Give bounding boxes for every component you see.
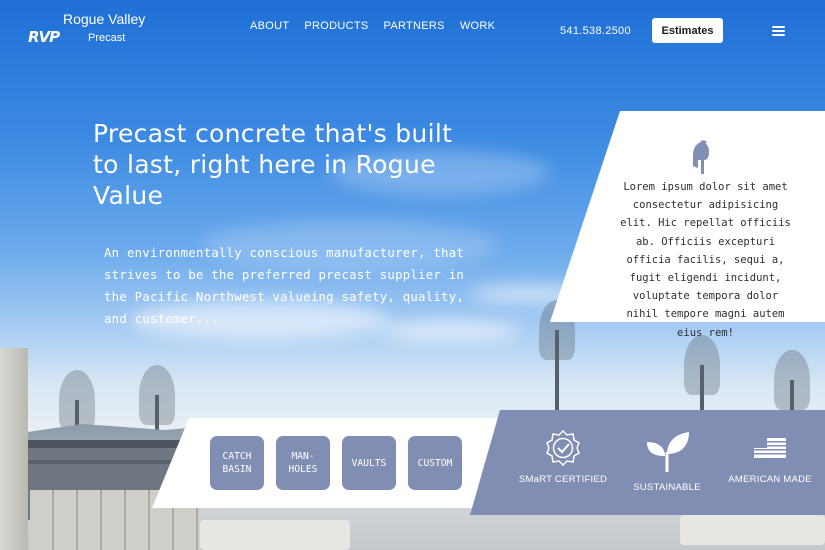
main-nav: ABOUT PRODUCTS PARTNERS WORK — [250, 20, 495, 32]
info-card-text: Lorem ipsum dolor sit amet consectetur a… — [620, 181, 791, 339]
feature-smart-certified: SMaRT CERTIFIED — [513, 430, 613, 485]
product-label: CUSTOM — [417, 457, 453, 469]
feature-label: SUSTAINABLE — [633, 482, 701, 493]
hero-intro: An environmentally conscious manufacture… — [104, 245, 465, 326]
concrete-pipe — [200, 520, 350, 550]
product-manholes-button[interactable]: MAN- HOLES — [276, 436, 330, 490]
nav-products[interactable]: PRODUCTS — [304, 20, 368, 32]
product-band — [152, 418, 522, 508]
brand-subtitle: Precast — [88, 32, 126, 44]
hero-headline: Precast concrete that's built to last, r… — [93, 119, 453, 210]
concrete-pillar — [0, 348, 28, 550]
tree — [774, 350, 810, 410]
product-custom-button[interactable]: CUSTOM — [408, 436, 462, 490]
brand[interactable]: Rogue Valley Precast — [63, 11, 145, 44]
feature-american-made: AMERICAN MADE — [720, 430, 820, 485]
certified-badge-icon — [546, 430, 580, 466]
leaf-sprout-icon — [647, 432, 689, 472]
nav-about[interactable]: ABOUT — [250, 20, 289, 32]
estimates-button[interactable]: Estimates — [652, 18, 723, 43]
product-label: CATCH BASIN — [222, 451, 252, 475]
product-catch-basin-button[interactable]: CATCH BASIN — [210, 436, 264, 490]
phone-number[interactable]: 541.538.2500 — [560, 25, 631, 37]
helmet-icon — [693, 140, 709, 174]
nav-partners[interactable]: PARTNERS — [384, 20, 445, 32]
us-flag-icon — [754, 438, 786, 458]
brand-name: Rogue Valley — [63, 11, 146, 27]
hamburger-icon[interactable] — [772, 26, 785, 36]
product-label: VAULTS — [351, 457, 387, 469]
feature-label: AMERICAN MADE — [728, 474, 812, 485]
product-label: MAN- HOLES — [288, 451, 318, 475]
logo-mark[interactable]: RVP — [28, 28, 60, 46]
tree — [539, 300, 575, 410]
feature-label: SMaRT CERTIFIED — [518, 474, 608, 485]
concrete-pipe — [680, 515, 825, 545]
feature-sustainable: SUSTAINABLE — [617, 430, 717, 493]
product-vaults-button[interactable]: VAULTS — [342, 436, 396, 490]
nav-work[interactable]: WORK — [460, 20, 495, 32]
tree — [684, 335, 720, 410]
